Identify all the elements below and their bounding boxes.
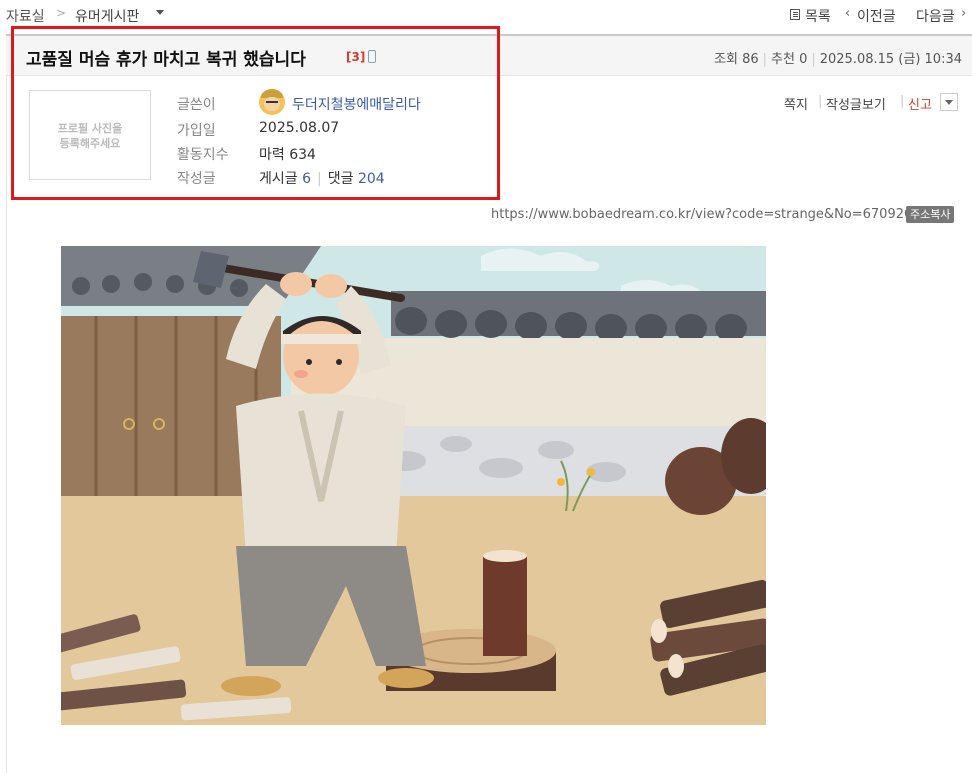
posts-count[interactable]: 6 (302, 171, 311, 187)
joined-date: 2025.08.07 (259, 120, 340, 136)
top-bar: 자료실 > 유머게시판 목록 ‹ 이전글 다음글 › (0, 0, 972, 32)
writings-label: 작성글 (177, 171, 216, 187)
breadcrumb-board[interactable]: 유머게시판 (75, 6, 139, 26)
avatar[interactable] (259, 89, 285, 115)
next-post-button[interactable]: 다음글 (916, 6, 955, 26)
list-button[interactable]: 목록 (805, 6, 831, 26)
board-dropdown-icon[interactable] (156, 10, 164, 15)
writer-label: 글쓴이 (177, 97, 216, 113)
views-count: 86 (742, 52, 759, 67)
message-button[interactable]: 쪽지 (784, 94, 808, 113)
activity-value: 마력 634 (259, 144, 316, 164)
views-label: 조회 (714, 52, 738, 67)
mobile-icon (368, 50, 376, 63)
prev-arrow-icon[interactable]: ‹ (845, 6, 850, 21)
post-date: 2025.08.15 (금) 10:34 (819, 52, 962, 67)
post-meta: 조회 86 | 추천 0 | 2025.08.15 (금) 10:34 (714, 52, 962, 67)
author-name[interactable]: 두더지철봉에매달리다 (292, 94, 421, 114)
next-arrow-icon[interactable]: › (961, 6, 966, 21)
breadcrumb-separator: > (56, 6, 67, 20)
report-button[interactable]: 신고 (908, 94, 932, 113)
breadcrumb-root[interactable]: 자료실 (6, 6, 45, 26)
list-icon[interactable] (790, 9, 800, 20)
post-title: 고품질 머슴 휴가 마치고 복귀 했습니다 (26, 50, 306, 70)
joined-label: 가입일 (177, 123, 216, 139)
posts-label: 게시글 (259, 171, 298, 187)
profile-photo-placeholder: 프로필 사진을 등록해주세요 (29, 90, 151, 180)
prev-post-button[interactable]: 이전글 (857, 6, 896, 26)
activity-points: 634 (289, 147, 316, 163)
activity-label: 활동지수 (177, 147, 229, 163)
chevron-down-icon[interactable] (940, 93, 958, 111)
comment-count[interactable]: [3] (346, 50, 365, 64)
post-image (61, 246, 766, 725)
post-header: 고품질 머슴 휴가 마치고 복귀 했습니다 [3] 조회 86 | 추천 0 | 202… (6, 34, 972, 76)
comments-count[interactable]: 204 (358, 171, 385, 187)
comments-label: 댓글 (327, 171, 354, 187)
likes-count: 0 (799, 52, 808, 67)
view-posts-button[interactable]: 작성글보기 (826, 94, 886, 113)
post-url: https://www.bobaedream.co.kr/view?code=s… (491, 207, 921, 222)
copy-url-button[interactable]: 주소복사 (906, 206, 955, 223)
profile-placeholder-text: 프로필 사진을 등록해주세요 (57, 122, 123, 150)
writings-value: 게시글 6 | 댓글 204 (259, 171, 385, 187)
likes-label: 추천 (771, 52, 795, 67)
activity-prefix: 마력 (259, 147, 285, 163)
